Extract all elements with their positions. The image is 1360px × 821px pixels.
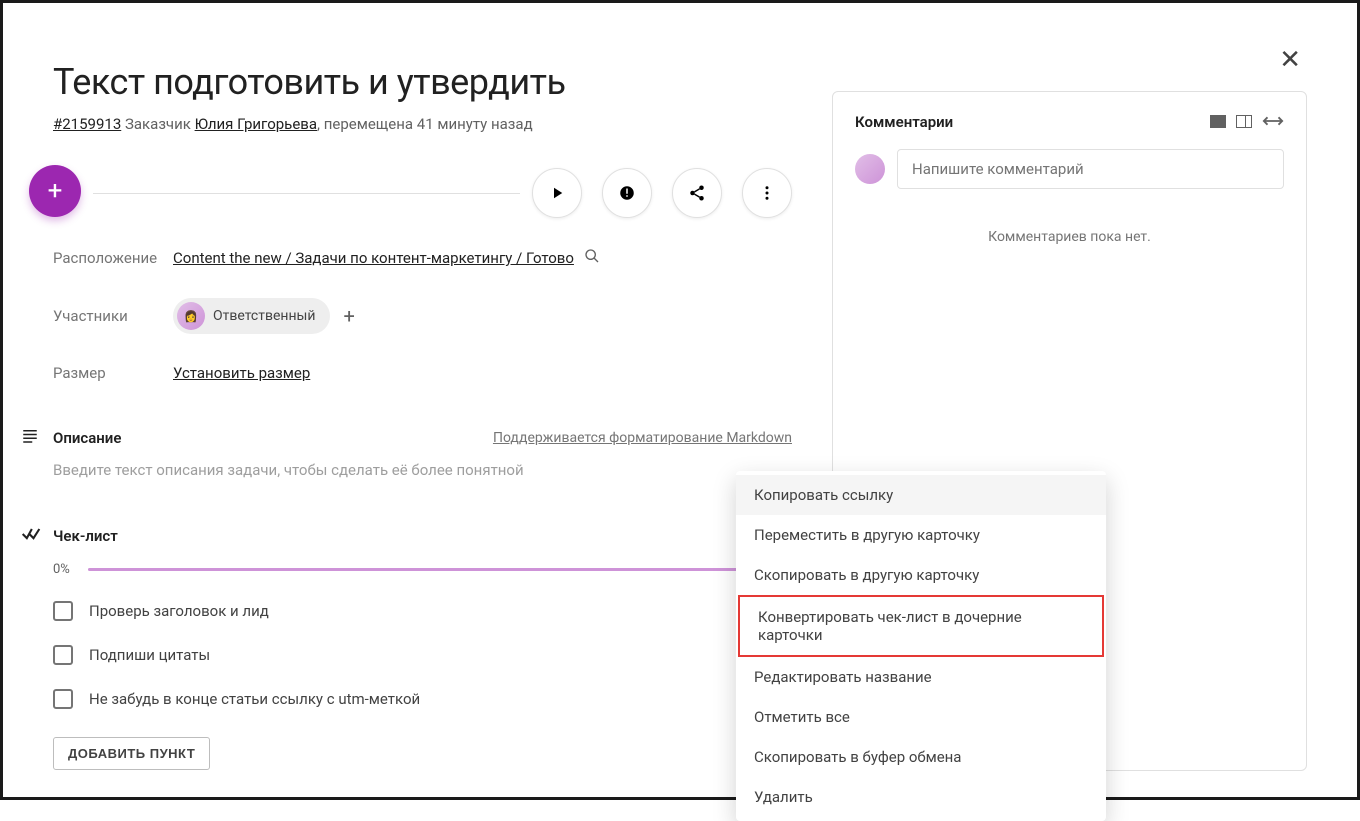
share-button[interactable]: [672, 168, 722, 218]
divider: [93, 193, 520, 194]
plus-icon: +: [48, 176, 63, 206]
checklist-icon: [21, 524, 47, 548]
card-id-link[interactable]: #2159913: [53, 115, 121, 133]
more-button[interactable]: [742, 168, 792, 218]
layout-split-icon[interactable]: [1236, 115, 1252, 128]
customer-name-link[interactable]: Юлия Григорьева: [195, 115, 317, 133]
user-avatar: [855, 154, 885, 184]
resize-icon[interactable]: [1262, 112, 1284, 131]
layout-full-icon[interactable]: [1210, 115, 1226, 128]
more-vert-icon: [758, 184, 776, 202]
menu-item[interactable]: Переместить в другую карточку: [736, 515, 1106, 555]
no-comments-text: Комментариев пока нет.: [855, 229, 1284, 245]
moved-text: , перемещена 41 минуту назад: [317, 115, 533, 133]
alert-icon: [618, 184, 636, 202]
close-icon: ✕: [1279, 45, 1301, 75]
menu-item[interactable]: Отметить все: [736, 697, 1106, 737]
menu-item[interactable]: Удалить: [736, 777, 1106, 817]
description-icon: [21, 427, 47, 449]
add-fab-button[interactable]: +: [29, 165, 81, 217]
location-label: Расположение: [53, 249, 173, 267]
comment-input[interactable]: Напишите комментарий: [897, 149, 1284, 189]
description-placeholder[interactable]: Введите текст описания задачи, чтобы сде…: [53, 461, 792, 479]
checklist-item: Подпиши цитаты: [53, 645, 792, 665]
size-value[interactable]: Установить размер: [173, 364, 310, 382]
checklist-item: Проверь заголовок и лид: [53, 601, 792, 621]
checklist-item-label: Не забудь в конце статьи ссылку с utm-ме…: [89, 690, 420, 708]
play-icon: [548, 184, 566, 202]
avatar-icon: 👩: [177, 302, 205, 330]
participants-label: Участники: [53, 307, 173, 325]
chip-label: Ответственный: [213, 308, 316, 324]
close-button[interactable]: ✕: [1279, 45, 1301, 75]
search-icon[interactable]: [584, 248, 600, 268]
card-title: Текст подготовить и утвердить: [53, 61, 792, 103]
priority-button[interactable]: [602, 168, 652, 218]
comments-title: Комментарии: [855, 113, 953, 131]
play-button[interactable]: [532, 168, 582, 218]
markdown-hint[interactable]: Поддерживается форматирование Markdown: [493, 430, 792, 446]
checklist-context-menu: Копировать ссылкуПереместить в другую ка…: [736, 471, 1106, 821]
menu-item[interactable]: Редактировать название: [736, 657, 1106, 697]
menu-item[interactable]: Скопировать в буфер обмена: [736, 737, 1106, 777]
add-checklist-item-button[interactable]: ДОБАВИТЬ ПУНКТ: [53, 737, 210, 770]
progress-bar: [88, 568, 792, 571]
checklist-item-label: Подпиши цитаты: [89, 646, 210, 664]
responsible-chip[interactable]: 👩 Ответственный: [173, 298, 330, 334]
checklist-checkbox[interactable]: [53, 601, 73, 621]
size-label: Размер: [53, 364, 173, 382]
menu-item[interactable]: Конвертировать чек-лист в дочерние карто…: [738, 595, 1104, 657]
menu-item[interactable]: Скопировать в другую карточку: [736, 555, 1106, 595]
add-participant-button[interactable]: +: [344, 304, 355, 328]
description-title: Описание: [53, 429, 493, 447]
location-value[interactable]: Content the new / Задачи по контент-марк…: [173, 249, 574, 267]
checklist-item: Не забудь в конце статьи ссылку с utm-ме…: [53, 689, 792, 709]
checklist-checkbox[interactable]: [53, 689, 73, 709]
checklist-title: Чек-лист: [53, 527, 792, 545]
checklist-item-label: Проверь заголовок и лид: [89, 602, 269, 620]
checklist-checkbox[interactable]: [53, 645, 73, 665]
menu-item[interactable]: Копировать ссылку: [736, 475, 1106, 515]
customer-label: Заказчик: [125, 115, 191, 133]
checklist-progress: 0%: [53, 562, 70, 577]
share-icon: [688, 184, 706, 202]
card-meta: #2159913 Заказчик Юлия Григорьева, перем…: [53, 115, 792, 133]
